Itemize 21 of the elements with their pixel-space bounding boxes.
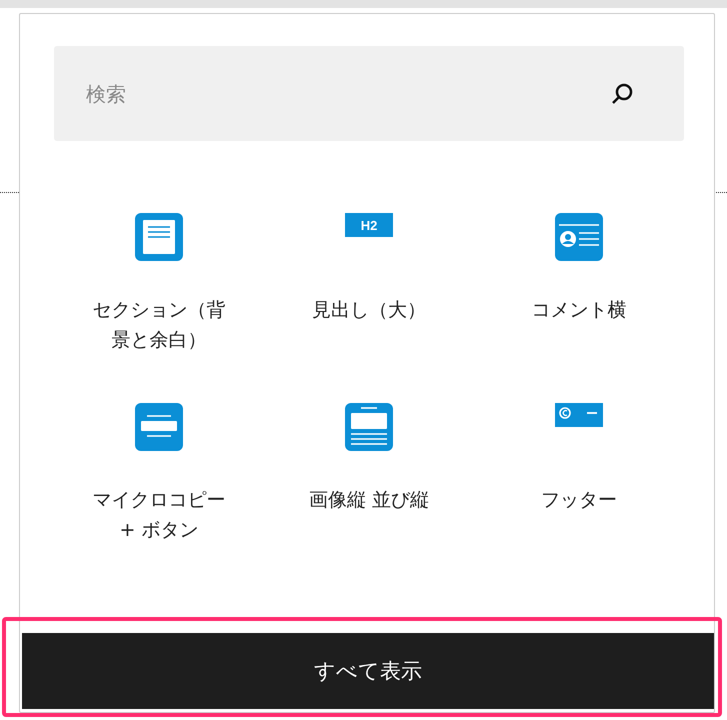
block-label: 見出し（大） [311, 298, 427, 323]
block-item[interactable]: コメント横 [474, 213, 684, 355]
footer-icon [555, 403, 603, 427]
block-item[interactable]: 画像縦 並び縦 [264, 403, 474, 545]
block-label: セクション（背景と余白） [92, 298, 226, 353]
show-all-button[interactable]: すべて表示 [22, 633, 714, 709]
block-item[interactable]: フッター [474, 403, 684, 545]
block-item[interactable]: マイクロコピー + ボタン [54, 403, 264, 545]
search-field[interactable]: 検索 [54, 46, 684, 141]
block-item[interactable]: セクション（背景と余白） [54, 213, 264, 355]
image-layout-icon [345, 403, 393, 451]
button-block-icon [135, 403, 183, 451]
block-label: フッター [540, 488, 618, 513]
profile-card-icon [555, 213, 603, 261]
block-item[interactable]: H2 見出し（大） [264, 213, 474, 355]
document-icon [135, 213, 183, 261]
block-label: マイクロコピー + ボタン [92, 488, 226, 543]
block-label: コメント横 [530, 298, 628, 323]
search-icon[interactable] [610, 82, 634, 106]
heading-icon: H2 [345, 213, 393, 237]
block-label: 画像縦 並び縦 [308, 488, 430, 513]
